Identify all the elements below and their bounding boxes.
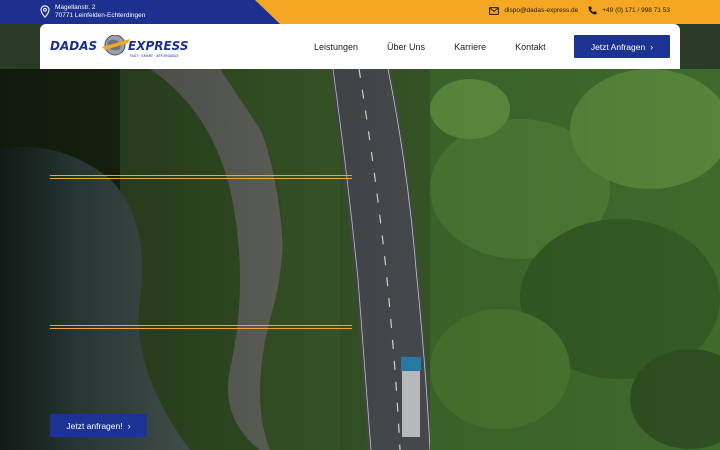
main-nav: Leistungen Über Uns Karriere Kontakt xyxy=(314,24,575,69)
address-block: Magellanstr. 2 70771 Leinfelden-Echterdi… xyxy=(40,4,145,20)
site-header: DADAS EXPRESS FAST · SMART · AFFORDABLE … xyxy=(40,24,680,69)
mail-icon xyxy=(489,6,500,15)
email-link[interactable]: dispo@dadas-express.de xyxy=(489,6,579,15)
location-pin-icon xyxy=(40,5,50,18)
logo-text-right: EXPRESS xyxy=(128,39,189,53)
nav-karriere[interactable]: Karriere xyxy=(454,42,486,52)
nav-kontakt[interactable]: Kontakt xyxy=(515,42,546,52)
chevron-right-icon: › xyxy=(127,420,131,431)
address-city: 70771 Leinfelden-Echterdingen xyxy=(55,12,146,19)
phone-text: +49 (0) 171 / 998 71 53 xyxy=(602,7,670,14)
nav-ueber-uns[interactable]: Über Uns xyxy=(387,42,425,52)
logo-tagline: FAST · SMART · AFFORDABLE xyxy=(130,54,179,58)
decorative-stripe-bottom xyxy=(50,325,352,330)
phone-icon xyxy=(588,6,597,15)
logo-text-left: DADAS xyxy=(50,39,97,53)
request-quote-button[interactable]: Jetzt Anfragen › xyxy=(574,35,670,58)
hero-request-button[interactable]: Jetzt anfragen! › xyxy=(50,414,147,437)
nav-leistungen[interactable]: Leistungen xyxy=(314,42,358,52)
top-info-bar: Magellanstr. 2 70771 Leinfelden-Echterdi… xyxy=(0,0,720,24)
contact-links: dispo@dadas-express.de +49 (0) 171 / 998… xyxy=(479,6,670,15)
email-text: dispo@dadas-express.de xyxy=(504,7,579,14)
request-quote-label: Jetzt Anfragen xyxy=(590,41,646,52)
hero-request-label: Jetzt anfragen! xyxy=(66,420,123,431)
phone-link[interactable]: +49 (0) 171 / 998 71 53 xyxy=(588,6,670,15)
decorative-stripe-top xyxy=(50,175,352,180)
hero-aerial-image xyxy=(0,69,720,450)
hero-section: Jetzt anfragen! › xyxy=(0,69,720,450)
address-street: Magellanstr. 2 xyxy=(55,4,96,11)
chevron-right-icon: › xyxy=(650,41,654,52)
dadas-express-logo[interactable]: DADAS EXPRESS FAST · SMART · AFFORDABLE xyxy=(50,35,202,59)
